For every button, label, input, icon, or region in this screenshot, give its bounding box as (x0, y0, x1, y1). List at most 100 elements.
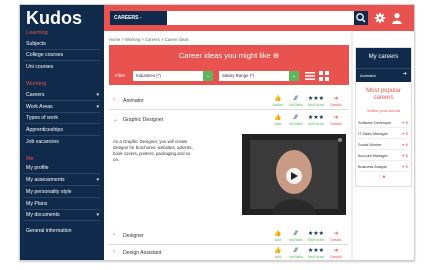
sidebar-item-college-courses[interactable]: College courses (26, 52, 63, 58)
sidebar-item-uni-courses[interactable]: Uni courses (26, 64, 53, 70)
industries-select[interactable]: Industries (*) ⌄ (133, 71, 213, 81)
chevron-down-icon[interactable]: ⌄ (113, 116, 118, 123)
details-button[interactable]: ➔ Details (327, 114, 345, 127)
chevron-down-icon: ⌄ (203, 71, 213, 81)
salary-select[interactable]: Salary Range (*) ⌄ (219, 71, 299, 81)
sidebar-item-work-areas[interactable]: Work Areas (26, 104, 53, 110)
myskills-button[interactable]: ⁄⁄⁄ MySkills (287, 95, 305, 108)
career-row-design-assistant[interactable]: › Design Assistant 👍 Add ⁄⁄⁄ MySkills ★★★ M… (109, 246, 349, 260)
skills-slash-icon: ⁄⁄⁄ (294, 96, 298, 102)
salary-select-value: Salary Range (*) (222, 73, 255, 78)
chevron-down-icon: ▾ (96, 92, 99, 98)
myskills-button[interactable]: ⁄⁄⁄ MySkills (287, 247, 305, 260)
add-button[interactable]: 👍 Add (269, 114, 287, 127)
list-view-icon[interactable] (305, 71, 315, 81)
sidebar-section-learning: Learning (26, 30, 48, 36)
added-button[interactable]: 👍 Added (269, 95, 287, 108)
filter-label: Filter (115, 73, 126, 78)
career-row-graphic-designer[interactable]: ⌄ Graphic Designer 👍 Add ⁄⁄⁄ MySkills ★★★ M… (109, 113, 349, 129)
arrow-right-icon[interactable]: ➜ (403, 71, 407, 77)
popular-career-item[interactable]: Account Manager ➔ $ (358, 151, 410, 161)
divider (24, 135, 100, 136)
divider (24, 173, 100, 174)
career-title[interactable]: Animator (123, 98, 144, 104)
chevron-right-icon[interactable]: › (113, 97, 115, 103)
sidebar-section-working: Working (26, 81, 47, 87)
sidebar-item-apprenticeships[interactable]: Apprenticeships (26, 127, 63, 133)
sidebar-item-my-plans[interactable]: My Plans (26, 201, 47, 207)
sidebar-item-my-assessments[interactable]: My assessments (26, 177, 65, 183)
filter-bar: Filter Industries (*) ⌄ Salary Range (*)… (109, 67, 349, 85)
divider (24, 49, 100, 50)
career-row-animator[interactable]: › Animator 👍 Added ⁄⁄⁄ MySkills ★★★ MyFutur… (109, 94, 349, 110)
top-bar: CAREERS - (104, 5, 414, 31)
star-icon: ★★★ (307, 248, 325, 254)
myfuture-button[interactable]: ★★★ MyFuture (307, 114, 325, 127)
career-row-designer[interactable]: › Designer 👍 Add ⁄⁄⁄ MySkills ★★★ MyFuture … (109, 229, 349, 245)
sidebar-section-me: Me (26, 156, 34, 162)
chevron-down-icon: ▾ (96, 104, 99, 110)
popular-career-item[interactable]: Social Worker ➔ $ (358, 140, 410, 150)
grid-view-icon[interactable] (319, 71, 329, 81)
sidebar-item-job-vacancies[interactable]: Job vacancies (26, 139, 59, 145)
sidebar-item-careers[interactable]: Careers (26, 92, 44, 98)
career-description: As a Graphic Designer, you will create d… (113, 139, 193, 162)
divider (24, 185, 100, 186)
details-button[interactable]: ➔ Details (327, 230, 345, 243)
sidebar-item-my-profile[interactable]: My profile (26, 165, 49, 171)
user-icon[interactable] (391, 12, 403, 24)
add-button[interactable]: 👍 Add (269, 230, 287, 243)
career-video[interactable] (242, 134, 346, 215)
divider (24, 123, 100, 124)
arrow-right-icon: ➔ $ (401, 164, 408, 169)
chevron-right-icon[interactable]: › (113, 249, 115, 255)
myskills-button[interactable]: ⁄⁄⁄ MySkills (287, 114, 305, 127)
chevron-down-icon: ▾ (96, 177, 99, 183)
popular-careers-title: Most popular careers (366, 88, 401, 101)
career-title[interactable]: Design Assistant (123, 250, 161, 256)
sidebar-item-general-information[interactable]: General information (26, 228, 72, 234)
popular-career-item[interactable]: Software Developer ➔ $ (358, 118, 410, 128)
breadcrumb[interactable]: Home > Working > Careers > Career ideas (109, 37, 189, 42)
search-category-select[interactable]: CAREERS - (110, 11, 167, 25)
sidebar-item-my-documents[interactable]: My documents (26, 212, 60, 218)
star-icon: ★★★ (307, 231, 325, 237)
add-button[interactable]: 👍 Add (269, 247, 287, 260)
search-input[interactable] (167, 11, 354, 25)
myskills-button[interactable]: ⁄⁄⁄ MySkills (287, 230, 305, 243)
arrow-right-icon: ➔ (333, 96, 339, 102)
myfuture-button[interactable]: ★★★ MyFuture (307, 95, 325, 108)
my-career-item[interactable]: Animator ➜ (356, 68, 411, 82)
my-careers-panel: My careers Animator ➜ Most popular caree… (355, 47, 412, 187)
career-title[interactable]: Graphic Designer (123, 117, 163, 123)
skills-slash-icon: ⁄⁄⁄ (294, 231, 298, 237)
chevron-down-icon: ⌄ (289, 71, 299, 81)
gear-icon[interactable] (374, 12, 386, 24)
sidebar-item-subjects[interactable]: Subjects (26, 41, 46, 47)
app-window: Kudos Learning Subjects College courses … (19, 4, 415, 261)
arrow-right-icon: ➔ $ (401, 153, 408, 158)
carousel-dots[interactable]: ○ ● (378, 174, 385, 180)
arrow-right-icon: ➔ (333, 248, 339, 254)
search-button[interactable] (354, 11, 368, 25)
divider (24, 100, 100, 101)
sidebar-item-my-personality-style[interactable]: My personality style (26, 189, 72, 195)
sidebar-item-types-of-work[interactable]: Types of work (26, 115, 58, 121)
scrollbar[interactable] (351, 33, 353, 260)
details-button[interactable]: ➔ Details (327, 95, 345, 108)
popular-career-item[interactable]: Business Analyst ➔ $ (358, 162, 410, 172)
details-button[interactable]: ➔ Details (327, 247, 345, 260)
my-career-label[interactable]: Animator (360, 73, 376, 78)
divider (24, 197, 100, 198)
myfuture-button[interactable]: ★★★ MyFuture (307, 230, 325, 243)
thumbs-up-icon: 👍 (274, 96, 282, 102)
arrow-right-icon: ➔ (333, 115, 339, 121)
myfuture-button[interactable]: ★★★ MyFuture (307, 247, 325, 260)
chevron-down-icon: ▾ (96, 212, 99, 218)
popular-career-item[interactable]: IT Sales Manager ➔ $ (358, 129, 410, 139)
star-icon: ★★★ (307, 96, 325, 102)
chevron-right-icon[interactable]: › (113, 232, 115, 238)
career-title[interactable]: Designer (123, 233, 144, 239)
logo[interactable]: Kudos (26, 8, 82, 29)
sidebar: Kudos Learning Subjects College courses … (20, 5, 104, 260)
